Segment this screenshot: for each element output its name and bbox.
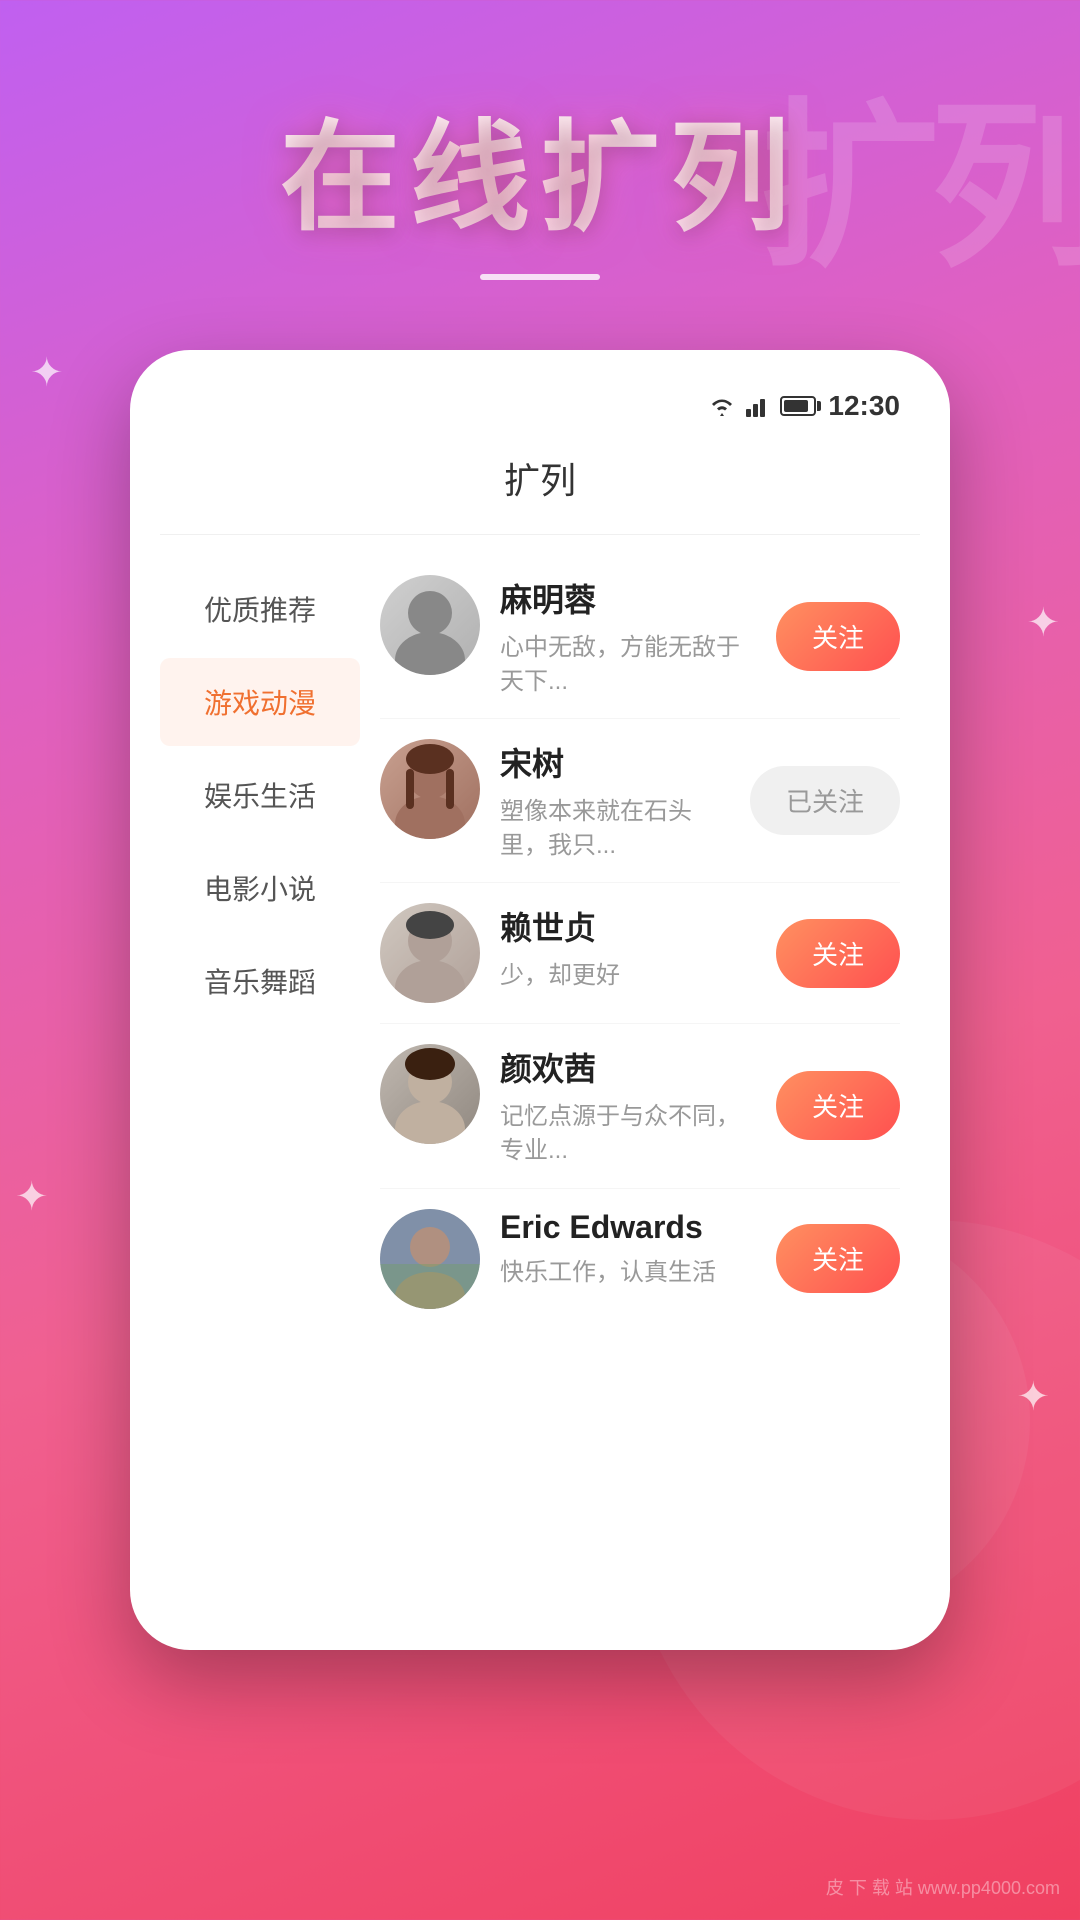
user-name: 颜欢茜 [500, 1044, 756, 1090]
user-item: 麻明蓉 心中无敌，方能无敌于天下... 关注 [380, 555, 900, 719]
wifi-icon [708, 395, 736, 417]
sparkle-icon-3: ✦ [15, 1174, 49, 1220]
sidebar-item-game[interactable]: 游戏动漫 [160, 658, 360, 746]
user-bio: 塑像本来就在石头里，我只... [500, 795, 730, 862]
app-title: 扩列 [160, 442, 920, 535]
user-item: 赖世贞 少，却更好 关注 [380, 883, 900, 1024]
title-divider [480, 274, 600, 280]
status-bar: 12:30 [160, 380, 920, 442]
watermark: 皮 下 载 站 www.pp4000.com [826, 1874, 1060, 1900]
header-area: 在线扩列 [0, 0, 1080, 350]
user-name-eric: Eric Edwards [500, 1209, 756, 1246]
user-name: 赖世贞 [500, 903, 756, 949]
avatar [380, 575, 480, 675]
main-title: 在线扩列 [280, 80, 800, 254]
sidebar-item-music[interactable]: 音乐舞蹈 [160, 937, 360, 1025]
sidebar-item-movie[interactable]: 电影小说 [160, 844, 360, 932]
avatar [380, 739, 480, 839]
sparkle-icon-1: ✦ [30, 350, 64, 396]
phone-mockup: 12:30 扩列 优质推荐 游戏动漫 娱乐生活 电影小说 音乐舞蹈 [130, 350, 950, 1650]
battery-icon [780, 396, 816, 416]
follow-button[interactable]: 关注 [776, 602, 900, 671]
user-item: 颜欢茜 记忆点源于与众不同，专业... 关注 [380, 1024, 900, 1188]
user-info: 颜欢茜 记忆点源于与众不同，专业... [480, 1044, 776, 1167]
follow-button[interactable]: 关注 [776, 919, 900, 988]
user-info: Eric Edwards 快乐工作，认真生活 [480, 1209, 776, 1290]
sparkle-icon-4: ✦ [1016, 1374, 1050, 1420]
sidebar-item-entertainment[interactable]: 娱乐生活 [160, 751, 360, 839]
user-name: 麻明蓉 [500, 575, 756, 621]
user-info: 宋树 塑像本来就在石头里，我只... [480, 739, 750, 862]
sidebar: 优质推荐 游戏动漫 娱乐生活 电影小说 音乐舞蹈 [160, 555, 360, 1329]
user-list: 麻明蓉 心中无敌，方能无敌于天下... 关注 [360, 555, 920, 1329]
sidebar-item-quality[interactable]: 优质推荐 [160, 565, 360, 653]
status-icons [708, 395, 816, 417]
signal-icon [746, 395, 770, 417]
user-bio: 记忆点源于与众不同，专业... [500, 1100, 756, 1167]
user-item: Eric Edwards 快乐工作，认真生活 关注 [380, 1189, 900, 1329]
followed-button[interactable]: 已关注 [750, 766, 900, 835]
time-display: 12:30 [828, 390, 900, 422]
user-bio: 少，却更好 [500, 959, 756, 993]
avatar [380, 1044, 480, 1144]
avatar [380, 903, 480, 1003]
user-item: 宋树 塑像本来就在石头里，我只... 已关注 [380, 719, 900, 883]
user-name: 宋树 [500, 739, 730, 785]
follow-button[interactable]: 关注 [776, 1071, 900, 1140]
content-layout: 优质推荐 游戏动漫 娱乐生活 电影小说 音乐舞蹈 麻明蓉 心中无敌，方能无敌于天… [160, 555, 920, 1329]
avatar [380, 1209, 480, 1309]
battery-fill [784, 400, 808, 412]
user-bio: 快乐工作，认真生活 [500, 1256, 756, 1290]
user-info: 麻明蓉 心中无敌，方能无敌于天下... [480, 575, 776, 698]
user-info: 赖世贞 少，却更好 [480, 903, 776, 993]
follow-button[interactable]: 关注 [776, 1224, 900, 1293]
user-bio: 心中无敌，方能无敌于天下... [500, 631, 756, 698]
sparkle-icon-2: ✦ [1026, 600, 1060, 646]
